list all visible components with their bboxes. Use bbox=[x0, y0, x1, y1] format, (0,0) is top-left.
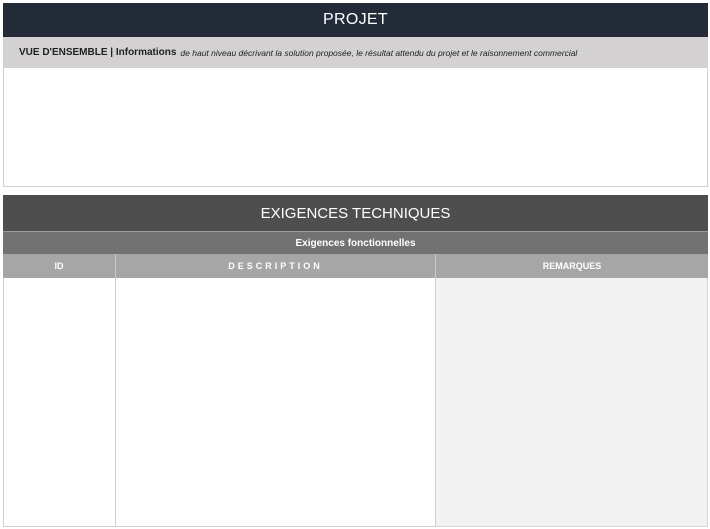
table-header-row: ID DESCRIPTION REMARQUES bbox=[3, 254, 708, 278]
remarks-cell[interactable] bbox=[436, 278, 708, 527]
overview-description: de haut niveau décrivant la solution pro… bbox=[180, 47, 578, 58]
column-header-description: DESCRIPTION bbox=[116, 254, 436, 278]
functional-requirements-subtitle: Exigences fonctionnelles bbox=[3, 231, 708, 254]
description-cell[interactable] bbox=[116, 278, 436, 527]
column-header-id: ID bbox=[3, 254, 116, 278]
id-cell[interactable] bbox=[3, 278, 116, 527]
column-header-remarks: REMARQUES bbox=[542, 261, 602, 271]
overview-bar: VUE D'ENSEMBLE | Informations de haut ni… bbox=[3, 37, 708, 68]
overview-text-area[interactable] bbox=[3, 68, 708, 187]
projet-title: PROJET bbox=[3, 3, 708, 37]
technical-requirements-title: EXIGENCES TECHNIQUES bbox=[3, 195, 708, 231]
table-row bbox=[3, 278, 708, 527]
overview-lead: VUE D'ENSEMBLE | Informations bbox=[19, 47, 177, 58]
